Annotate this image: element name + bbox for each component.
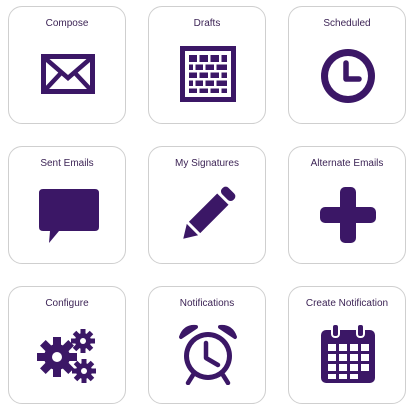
envelope-icon — [37, 43, 99, 105]
alternate-emails-tile[interactable]: Alternate Emails — [288, 146, 406, 264]
compose-tile[interactable]: Compose — [8, 6, 126, 124]
configure-label: Configure — [45, 298, 89, 309]
speech-bubble-icon — [37, 183, 99, 245]
my-signatures-label: My Signatures — [175, 158, 239, 169]
configure-tile[interactable]: Configure — [8, 286, 126, 404]
scheduled-label: Scheduled — [323, 18, 371, 29]
clock-icon — [317, 43, 379, 105]
scheduled-tile[interactable]: Scheduled — [288, 6, 406, 124]
brick-wall-icon — [177, 43, 239, 105]
my-signatures-tile[interactable]: My Signatures — [148, 146, 266, 264]
drafts-label: Drafts — [193, 18, 221, 29]
gears-icon — [37, 323, 99, 385]
alternate-emails-label: Alternate Emails — [310, 158, 384, 169]
plus-icon — [317, 183, 379, 245]
create-notification-label: Create Notification — [305, 298, 389, 309]
sent-emails-label: Sent Emails — [40, 158, 94, 169]
compose-label: Compose — [45, 18, 89, 29]
alarm-clock-icon — [177, 323, 239, 385]
calendar-icon — [317, 323, 379, 385]
dashboard-tile-grid: Compose Drafts Scheduled Sent Emails My … — [0, 0, 418, 412]
pencil-icon — [177, 183, 239, 245]
sent-emails-tile[interactable]: Sent Emails — [8, 146, 126, 264]
create-notification-tile[interactable]: Create Notification — [288, 286, 406, 404]
drafts-tile[interactable]: Drafts — [148, 6, 266, 124]
notifications-label: Notifications — [179, 298, 235, 309]
notifications-tile[interactable]: Notifications — [148, 286, 266, 404]
